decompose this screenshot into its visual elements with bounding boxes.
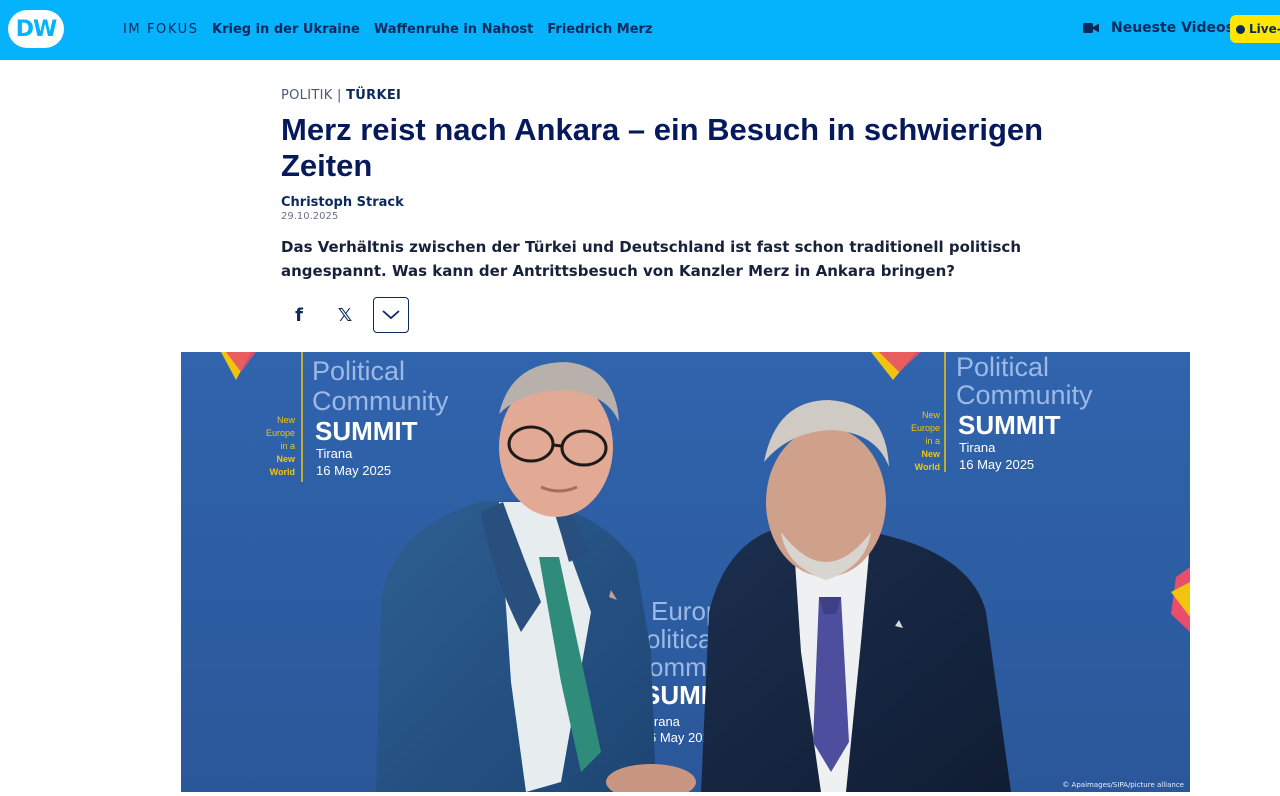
backdrop-right-place: Tirana — [959, 440, 996, 455]
article-kicker: POLITIK | TÜRKEI — [281, 88, 401, 103]
logo-text: DW — [15, 16, 58, 42]
backdrop-right-slogan-2: Europe — [911, 423, 940, 433]
kicker-tag[interactable]: TÜRKEI — [346, 88, 401, 103]
backdrop-left-line1: Political — [312, 356, 405, 386]
kicker-section[interactable]: POLITIK — [281, 88, 333, 103]
focus-topics: Krieg in der Ukraine Waffenruhe in Nahos… — [212, 22, 652, 37]
article-headline: Merz reist nach Ankara – ein Besuch in s… — [281, 112, 1044, 183]
facebook-share-button[interactable]: f — [281, 297, 317, 333]
backdrop-left-line2: Community — [312, 386, 449, 416]
topic-link-nahost[interactable]: Waffenruhe in Nahost — [374, 22, 534, 37]
backdrop-left-slogan-4: New — [276, 454, 296, 464]
backdrop-left-slogan-1: New — [277, 415, 296, 425]
backdrop-right-line2: Community — [956, 380, 1093, 410]
latest-videos-label: Neueste Videos — [1111, 20, 1234, 36]
topic-link-ukraine[interactable]: Krieg in der Ukraine — [212, 22, 360, 37]
latest-videos-link[interactable]: Neueste Videos — [1083, 20, 1234, 36]
backdrop-center-place: irana — [651, 714, 681, 729]
facebook-icon: f — [295, 304, 303, 326]
backdrop-left-slogan-5: World — [270, 467, 295, 477]
article-date: 29.10.2025 — [281, 211, 339, 222]
focus-label: IM FOKUS — [123, 22, 199, 37]
live-button[interactable]: Live- — [1230, 15, 1280, 43]
backdrop-right-line1: Political — [956, 352, 1049, 382]
article-teaser: Das Verhältnis zwischen der Türkei und D… — [281, 238, 1021, 280]
topic-link-merz[interactable]: Friedrich Merz — [547, 22, 652, 37]
kicker-separator: | — [337, 88, 342, 103]
backdrop-left-date: 16 May 2025 — [316, 463, 391, 478]
backdrop-left-slogan-2: Europe — [266, 428, 295, 438]
x-share-button[interactable]: 𝕏 — [327, 297, 363, 333]
article-hero-image[interactable]: Political Community SUMMIT Tirana 16 May… — [181, 352, 1190, 792]
dw-logo[interactable]: DW — [8, 10, 64, 48]
share-bar: f 𝕏 — [281, 297, 409, 333]
chevron-down-icon — [382, 310, 400, 320]
live-dot-icon — [1236, 24, 1245, 34]
video-camera-icon — [1083, 23, 1099, 33]
summit-photo-illustration: Political Community SUMMIT Tirana 16 May… — [181, 352, 1190, 792]
backdrop-center-line2: olitica — [646, 624, 713, 654]
more-share-button[interactable] — [373, 297, 409, 333]
backdrop-right-slogan-1: New — [922, 410, 941, 420]
backdrop-right-date: 16 May 2025 — [959, 457, 1034, 472]
article-author[interactable]: Christoph Strack — [281, 195, 404, 210]
x-icon: 𝕏 — [337, 304, 353, 326]
backdrop-right-line3: SUMMIT — [958, 410, 1061, 440]
backdrop-right-slogan-5: World — [915, 462, 940, 472]
backdrop-right-slogan-4: New — [921, 449, 941, 459]
backdrop-left-slogan-3: in a — [280, 441, 295, 451]
backdrop-left-place: Tirana — [316, 446, 353, 461]
top-navigation-bar: DW IM FOKUS Krieg in der Ukraine Waffenr… — [0, 0, 1280, 60]
backdrop-left-line3: SUMMIT — [315, 416, 418, 446]
backdrop-right-slogan-3: in a — [925, 436, 940, 446]
photo-credit: © Apaimages/SIPA/picture alliance — [1062, 781, 1184, 789]
live-label: Live- — [1249, 22, 1280, 36]
